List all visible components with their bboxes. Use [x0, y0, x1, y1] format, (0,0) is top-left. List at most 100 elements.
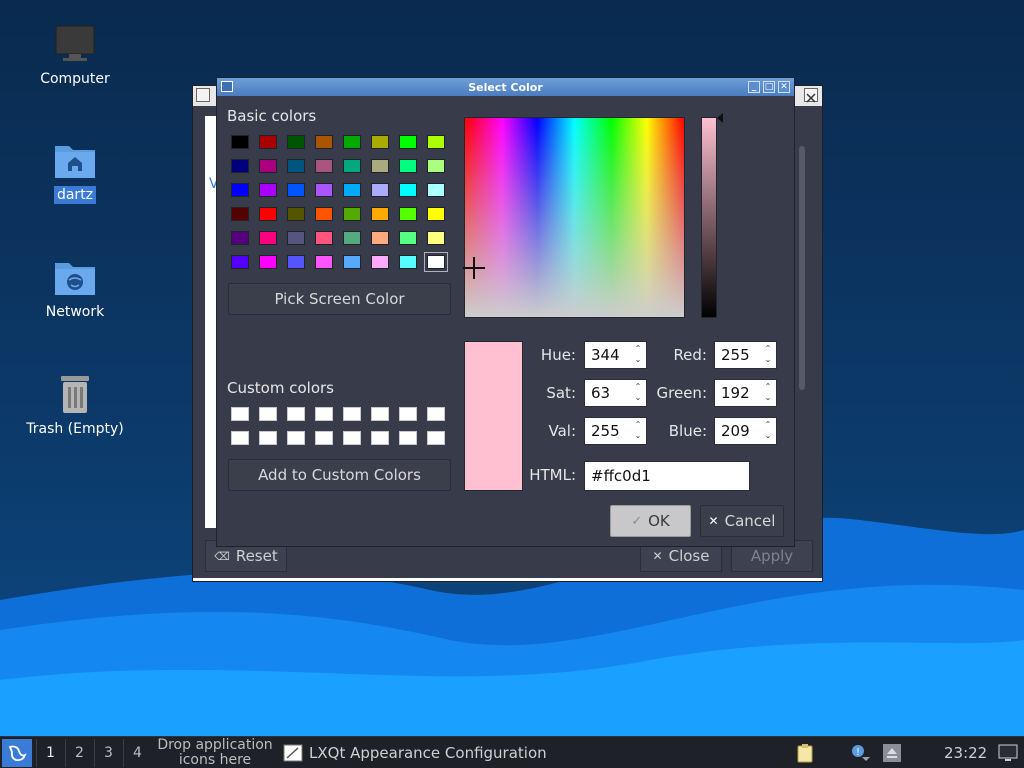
- spin-arrows-icon[interactable]: ⌃ ⌄: [632, 419, 644, 443]
- basic-color-swatch[interactable]: [343, 135, 361, 149]
- custom-color-swatch[interactable]: [343, 407, 361, 421]
- ok-button[interactable]: ✓ OK: [610, 505, 691, 537]
- basic-color-swatch[interactable]: [399, 255, 417, 269]
- basic-color-swatch[interactable]: [315, 183, 333, 197]
- basic-color-swatch[interactable]: [287, 207, 305, 221]
- custom-color-swatch[interactable]: [399, 407, 417, 421]
- basic-color-swatch[interactable]: [343, 159, 361, 173]
- basic-color-swatch[interactable]: [427, 159, 445, 173]
- maximize-icon[interactable]: □: [763, 81, 775, 93]
- basic-color-swatch[interactable]: [259, 183, 277, 197]
- custom-color-swatch[interactable]: [399, 431, 417, 445]
- basic-color-swatch[interactable]: [399, 183, 417, 197]
- basic-color-swatch[interactable]: [371, 231, 389, 245]
- red-spinbox[interactable]: 255 ⌃ ⌄: [714, 341, 777, 369]
- basic-color-swatch[interactable]: [424, 252, 448, 272]
- basic-color-swatch[interactable]: [259, 207, 277, 221]
- basic-color-swatch[interactable]: [259, 231, 277, 245]
- dialog-titlebar[interactable]: Select Color _ □ ✕: [217, 78, 794, 96]
- basic-color-swatch[interactable]: [287, 135, 305, 149]
- basic-color-swatch[interactable]: [231, 207, 249, 221]
- custom-color-swatch[interactable]: [371, 407, 389, 421]
- basic-color-swatch[interactable]: [343, 183, 361, 197]
- value-slider-handle-icon[interactable]: [717, 113, 723, 123]
- blue-spinbox[interactable]: 209 ⌃ ⌄: [714, 417, 777, 445]
- hue-spinbox[interactable]: 344 ⌃ ⌄: [584, 341, 647, 369]
- quicklaunch-area[interactable]: Drop application icons here: [152, 737, 278, 768]
- basic-color-swatch[interactable]: [231, 231, 249, 245]
- desktop-icon-trash[interactable]: Trash (Empty): [20, 374, 130, 438]
- basic-color-swatch[interactable]: [371, 159, 389, 173]
- desktop-switch-3[interactable]: 3: [94, 739, 122, 767]
- basic-color-swatch[interactable]: [231, 183, 249, 197]
- custom-color-swatch[interactable]: [315, 431, 333, 445]
- basic-color-swatch[interactable]: [399, 207, 417, 221]
- desktop-icon-network[interactable]: Network: [20, 257, 130, 321]
- notification-icon[interactable]: !: [850, 743, 872, 763]
- basic-color-swatch[interactable]: [399, 159, 417, 173]
- val-spinbox[interactable]: 255 ⌃ ⌄: [584, 417, 647, 445]
- spin-arrows-icon[interactable]: ⌃ ⌄: [762, 419, 774, 443]
- custom-color-swatch[interactable]: [259, 407, 277, 421]
- basic-color-swatch[interactable]: [427, 135, 445, 149]
- desktop-icon-home[interactable]: dartz: [20, 140, 130, 204]
- add-to-custom-colors-button[interactable]: Add to Custom Colors: [228, 459, 451, 491]
- basic-color-swatch[interactable]: [315, 207, 333, 221]
- basic-color-swatch[interactable]: [259, 159, 277, 173]
- show-desktop-icon[interactable]: [998, 743, 1018, 763]
- basic-color-swatch[interactable]: [231, 255, 249, 269]
- html-color-field[interactable]: #ffc0d1: [584, 461, 750, 491]
- basic-color-swatch[interactable]: [259, 255, 277, 269]
- basic-color-swatch[interactable]: [371, 183, 389, 197]
- basic-color-swatch[interactable]: [427, 183, 445, 197]
- application-menu-button[interactable]: [2, 739, 32, 767]
- scrollbar[interactable]: [799, 146, 805, 390]
- basic-color-swatch[interactable]: [315, 135, 333, 149]
- basic-color-swatch[interactable]: [399, 231, 417, 245]
- desktop-icon-computer[interactable]: Computer: [20, 24, 130, 88]
- basic-color-swatch[interactable]: [371, 207, 389, 221]
- spin-arrows-icon[interactable]: ⌃ ⌄: [762, 381, 774, 405]
- basic-color-swatch[interactable]: [231, 159, 249, 173]
- basic-color-swatch[interactable]: [371, 255, 389, 269]
- pick-screen-color-button[interactable]: Pick Screen Color: [228, 283, 451, 315]
- cancel-button[interactable]: ✕ Cancel: [700, 505, 784, 537]
- basic-color-swatch[interactable]: [287, 183, 305, 197]
- custom-color-swatch[interactable]: [427, 431, 445, 445]
- custom-color-swatch[interactable]: [287, 431, 305, 445]
- basic-color-swatch[interactable]: [399, 135, 417, 149]
- basic-color-swatch[interactable]: [343, 255, 361, 269]
- desktop-switch-2[interactable]: 2: [65, 739, 93, 767]
- spin-arrows-icon[interactable]: ⌃ ⌄: [762, 343, 774, 367]
- basic-color-swatch[interactable]: [287, 231, 305, 245]
- basic-color-swatch[interactable]: [315, 159, 333, 173]
- basic-color-swatch[interactable]: [427, 207, 445, 221]
- hue-saturation-picker[interactable]: [464, 117, 685, 318]
- close-icon[interactable]: [804, 88, 818, 103]
- value-slider[interactable]: [701, 117, 717, 318]
- custom-color-swatch[interactable]: [315, 407, 333, 421]
- custom-color-swatch[interactable]: [371, 431, 389, 445]
- basic-color-swatch[interactable]: [287, 255, 305, 269]
- basic-color-swatch[interactable]: [371, 135, 389, 149]
- desktop-switch-4[interactable]: 4: [123, 739, 151, 767]
- basic-color-swatch[interactable]: [231, 135, 249, 149]
- custom-color-swatch[interactable]: [287, 407, 305, 421]
- custom-color-swatch[interactable]: [231, 431, 249, 445]
- custom-color-swatch[interactable]: [259, 431, 277, 445]
- minimize-icon[interactable]: _: [748, 81, 760, 93]
- close-icon[interactable]: ✕: [778, 81, 790, 93]
- basic-color-swatch[interactable]: [315, 231, 333, 245]
- spin-arrows-icon[interactable]: ⌃ ⌄: [632, 381, 644, 405]
- custom-color-swatch[interactable]: [343, 431, 361, 445]
- eject-icon[interactable]: [882, 743, 902, 763]
- custom-color-swatch[interactable]: [231, 407, 249, 421]
- spin-arrows-icon[interactable]: ⌃ ⌄: [632, 343, 644, 367]
- sat-spinbox[interactable]: 63 ⌃ ⌄: [584, 379, 647, 407]
- green-spinbox[interactable]: 192 ⌃ ⌄: [714, 379, 777, 407]
- desktop-switch-1[interactable]: 1: [36, 739, 64, 767]
- custom-color-swatch[interactable]: [427, 407, 445, 421]
- clipboard-icon[interactable]: [795, 743, 815, 763]
- clock[interactable]: 23:22: [944, 737, 987, 768]
- basic-color-swatch[interactable]: [343, 231, 361, 245]
